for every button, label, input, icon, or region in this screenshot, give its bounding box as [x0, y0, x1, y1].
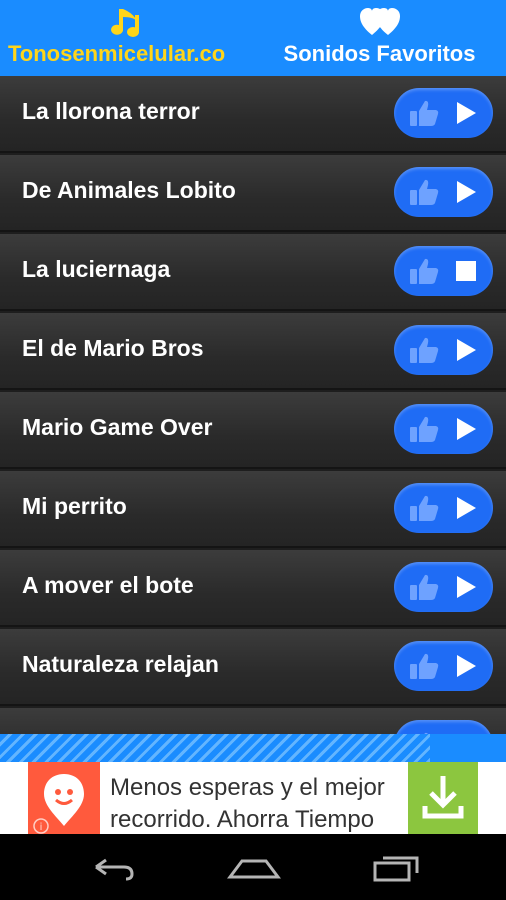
sound-controls	[394, 562, 493, 612]
tab-home[interactable]: Tonosenmicelular.co	[0, 0, 253, 76]
tab-favorites-label: Sonidos Favoritos	[283, 41, 476, 66]
thumbs-up-icon[interactable]	[408, 98, 440, 128]
thumbs-up-icon[interactable]	[408, 414, 440, 444]
system-nav-bar	[0, 834, 506, 900]
sound-title: Mario Game Over	[22, 414, 213, 440]
sound-controls	[394, 325, 493, 375]
sound-controls	[394, 167, 493, 217]
play-icon[interactable]	[454, 496, 478, 520]
play-icon[interactable]	[454, 180, 478, 204]
ad-banner[interactable]: i Menos esperas y el mejor recorrido. Ah…	[0, 762, 506, 834]
hearts-icon	[253, 5, 506, 39]
sound-controls	[394, 404, 493, 454]
thumbs-up-icon[interactable]	[408, 256, 440, 286]
thumbs-up-icon[interactable]	[408, 651, 440, 681]
sound-title: El de Mario Bros	[22, 335, 204, 361]
sound-row[interactable]: La luciernaga	[0, 234, 506, 311]
stripe-end	[430, 734, 506, 762]
sound-row[interactable]: El de Mario Bros	[0, 313, 506, 390]
play-icon[interactable]	[454, 338, 478, 362]
download-icon[interactable]	[408, 762, 478, 834]
ad-text: Menos esperas y el mejor recorrido. Ahor…	[110, 772, 400, 834]
sound-row[interactable]: Mi perrito	[0, 471, 506, 548]
sound-controls	[394, 641, 493, 691]
svg-text:i: i	[40, 822, 43, 833]
sound-title: La llorona terror	[22, 98, 200, 124]
sound-title: De Animales Lobito	[22, 177, 236, 203]
sound-title: A mover el bote	[22, 572, 194, 598]
music-note-icon	[0, 5, 253, 41]
home-icon[interactable]	[226, 851, 282, 888]
play-icon[interactable]	[454, 654, 478, 678]
sound-title: Mi perrito	[22, 493, 127, 519]
sound-row[interactable]: Mario Game Over	[0, 392, 506, 469]
sound-controls	[394, 483, 493, 533]
sound-row[interactable]: La llorona terror	[0, 76, 506, 153]
ad-line-1: Menos esperas y el mejor	[110, 774, 385, 801]
thumbs-up-icon[interactable]	[408, 493, 440, 523]
back-icon[interactable]	[88, 851, 138, 888]
play-icon[interactable]	[454, 417, 478, 441]
stop-icon[interactable]	[454, 259, 478, 283]
thumbs-up-icon[interactable]	[408, 177, 440, 207]
sound-row[interactable]: A mover el bote	[0, 550, 506, 627]
sound-controls	[394, 246, 493, 296]
sound-row[interactable]: Hasta la vista Baby	[0, 708, 506, 734]
header-tabs: Tonosenmicelular.co Sonidos Favoritos	[0, 0, 506, 76]
sound-title: Naturaleza relajan	[22, 651, 219, 677]
location-pin-smile-icon: i	[28, 762, 100, 834]
sound-controls	[394, 88, 493, 138]
sound-row[interactable]: Naturaleza relajan	[0, 629, 506, 706]
tab-favorites[interactable]: Sonidos Favoritos	[253, 0, 506, 76]
play-icon[interactable]	[454, 575, 478, 599]
thumbs-up-icon[interactable]	[408, 572, 440, 602]
sound-row[interactable]: De Animales Lobito	[0, 155, 506, 232]
ad-line-2: recorrido. Ahorra Tiempo	[110, 806, 375, 833]
sound-list: La llorona terror De Animales Lobito La lu…	[0, 76, 506, 734]
sound-title: La luciernaga	[22, 256, 171, 282]
thumbs-up-icon[interactable]	[408, 335, 440, 365]
sound-controls	[394, 720, 493, 734]
recents-icon[interactable]	[372, 851, 422, 888]
play-icon[interactable]	[454, 101, 478, 125]
tab-home-label: Tonosenmicelular.co	[8, 41, 226, 66]
